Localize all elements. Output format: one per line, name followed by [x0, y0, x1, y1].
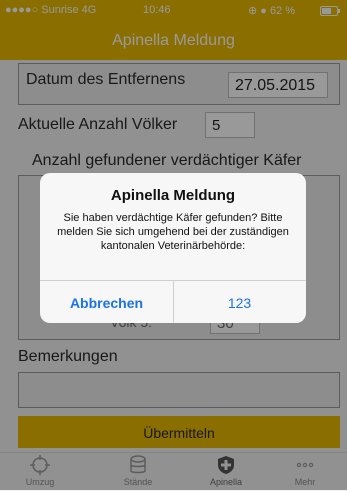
alert-message: Sie haben verdächtige Käfer gefunden? Bi…	[57, 212, 289, 252]
alert-dialog: Apinella Meldung Sie haben verdächtige K…	[40, 173, 306, 323]
call-number-button[interactable]: 123	[173, 281, 306, 323]
cancel-button[interactable]: Abbrechen	[40, 281, 173, 323]
app-screen: ●●●●○ Sunrise 4G 10:46 ⊕ ● 62 % Apinella…	[0, 0, 347, 491]
alert-actions: Abbrechen 123	[40, 280, 306, 323]
alert-title: Apinella Meldung	[110, 187, 236, 204]
